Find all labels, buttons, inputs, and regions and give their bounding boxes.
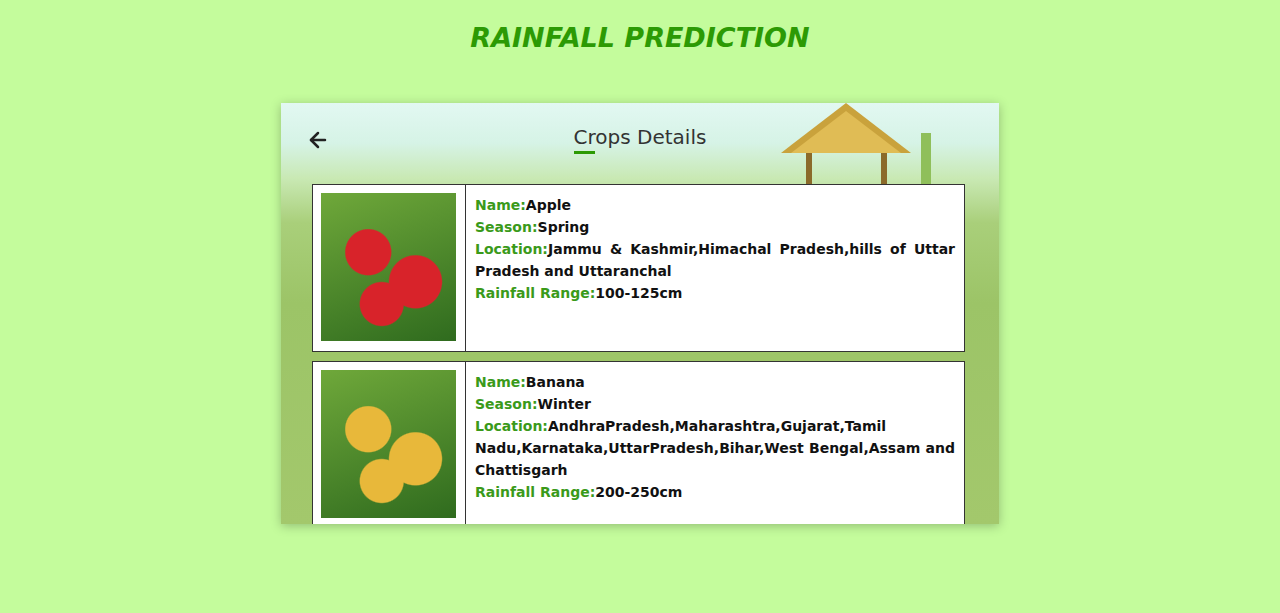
crop-card: Name:AppleSeason:SpringLocation:Jammu & … xyxy=(312,184,965,352)
location-value: AndhraPradesh,Maharashtra,Gujarat,Tamil … xyxy=(475,418,955,478)
name-value: Banana xyxy=(526,374,585,390)
season-row: Season:Winter xyxy=(475,393,955,415)
season-value: Winter xyxy=(538,396,591,412)
rainfall-row: Rainfall Range:200-250cm xyxy=(475,481,955,503)
location-row: Location:Jammu & Kashmir,Himachal Prades… xyxy=(475,238,955,282)
crop-info: Name:BananaSeason:WinterLocation:AndhraP… xyxy=(466,362,964,524)
crop-photo xyxy=(321,370,456,518)
season-value: Spring xyxy=(538,219,590,235)
crop-image-cell xyxy=(313,185,466,351)
rainfall-label: Rainfall Range: xyxy=(475,285,595,301)
panel-header: Crops Details xyxy=(281,103,999,184)
page: RAINFALL PREDICTIONCrops DetailsName:App… xyxy=(0,0,1280,613)
season-label: Season: xyxy=(475,219,538,235)
season-row: Season:Spring xyxy=(475,216,955,238)
crops-panel[interactable]: Crops DetailsName:AppleSeason:SpringLoca… xyxy=(281,103,999,524)
rainfall-value: 100-125cm xyxy=(595,285,682,301)
panel-heading: Crops Details xyxy=(574,125,707,154)
name-row: Name:Banana xyxy=(475,371,955,393)
rainfall-value: 200-250cm xyxy=(595,484,682,500)
heading-wrap: Crops Details xyxy=(331,125,975,154)
crop-photo xyxy=(321,193,456,341)
location-label: Location: xyxy=(475,418,548,434)
arrow-left-icon xyxy=(306,128,330,152)
location-value: Jammu & Kashmir,Himachal Pradesh,hills o… xyxy=(475,241,955,279)
location-label: Location: xyxy=(475,241,548,257)
season-label: Season: xyxy=(475,396,538,412)
crop-image-cell xyxy=(313,362,466,524)
rainfall-row: Rainfall Range:100-125cm xyxy=(475,282,955,304)
back-button[interactable] xyxy=(305,127,331,153)
name-label: Name: xyxy=(475,197,526,213)
crop-card: Name:BananaSeason:WinterLocation:AndhraP… xyxy=(312,361,965,524)
crop-info: Name:AppleSeason:SpringLocation:Jammu & … xyxy=(466,185,964,351)
name-value: Apple xyxy=(526,197,571,213)
crop-list: Name:AppleSeason:SpringLocation:Jammu & … xyxy=(281,184,999,524)
rainfall-label: Rainfall Range: xyxy=(475,484,595,500)
location-row: Location:AndhraPradesh,Maharashtra,Gujar… xyxy=(475,415,955,481)
page-title: RAINFALL PREDICTION xyxy=(470,0,809,56)
hut-illustration-icon xyxy=(761,103,931,193)
name-label: Name: xyxy=(475,374,526,390)
name-row: Name:Apple xyxy=(475,194,955,216)
